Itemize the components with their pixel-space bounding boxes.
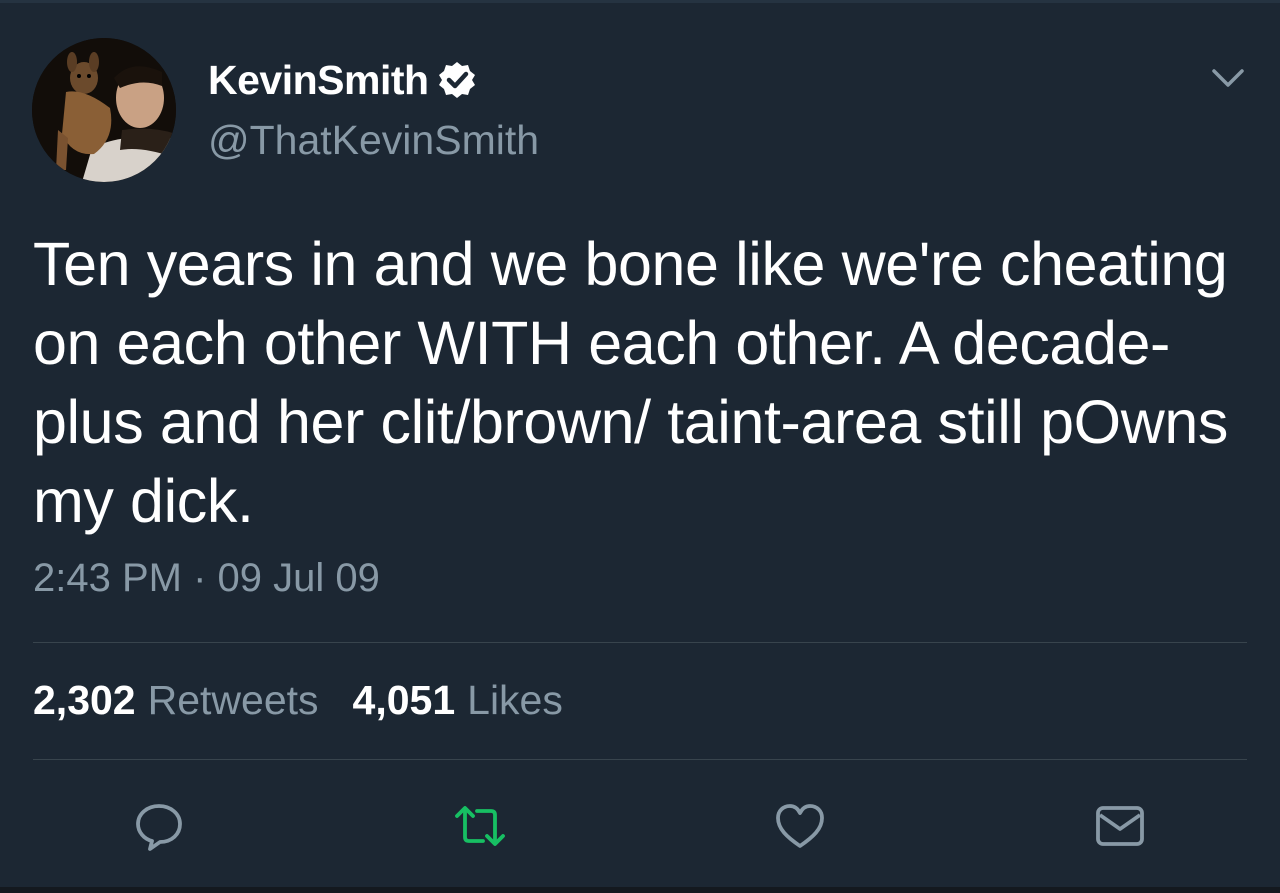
retweets-stat[interactable]: 2,302 Retweets	[33, 677, 319, 724]
retweet-icon[interactable]	[453, 799, 507, 853]
heart-icon[interactable]	[773, 799, 827, 853]
retweets-label: Retweets	[147, 677, 319, 723]
chevron-down-icon[interactable]	[1210, 63, 1246, 93]
likes-label: Likes	[467, 677, 563, 723]
divider	[33, 759, 1247, 760]
likes-count: 4,051	[352, 677, 456, 723]
tweet-card: KevinSmith @ThatKevinSmith Ten years in …	[0, 0, 1280, 893]
tweet-actions	[0, 799, 1280, 853]
tweet-timestamp[interactable]: 2:43 PM · 09 Jul 09	[33, 556, 380, 601]
display-name[interactable]: KevinSmith	[208, 57, 429, 104]
divider	[33, 642, 1247, 643]
reply-icon[interactable]	[132, 799, 186, 853]
verified-badge-icon	[437, 60, 477, 100]
avatar[interactable]	[32, 38, 176, 182]
avatar-image	[32, 38, 176, 182]
author-name-row[interactable]: KevinSmith	[208, 55, 477, 105]
tweet-stats: 2,302 Retweets 4,051 Likes	[33, 677, 597, 724]
tweet-text: Ten years in and we bone like we're chea…	[33, 230, 1228, 535]
envelope-icon[interactable]	[1093, 799, 1147, 853]
bottom-border	[0, 887, 1280, 893]
retweets-count: 2,302	[33, 677, 136, 723]
author-handle[interactable]: @ThatKevinSmith	[208, 117, 539, 164]
likes-stat[interactable]: 4,051 Likes	[353, 677, 563, 724]
